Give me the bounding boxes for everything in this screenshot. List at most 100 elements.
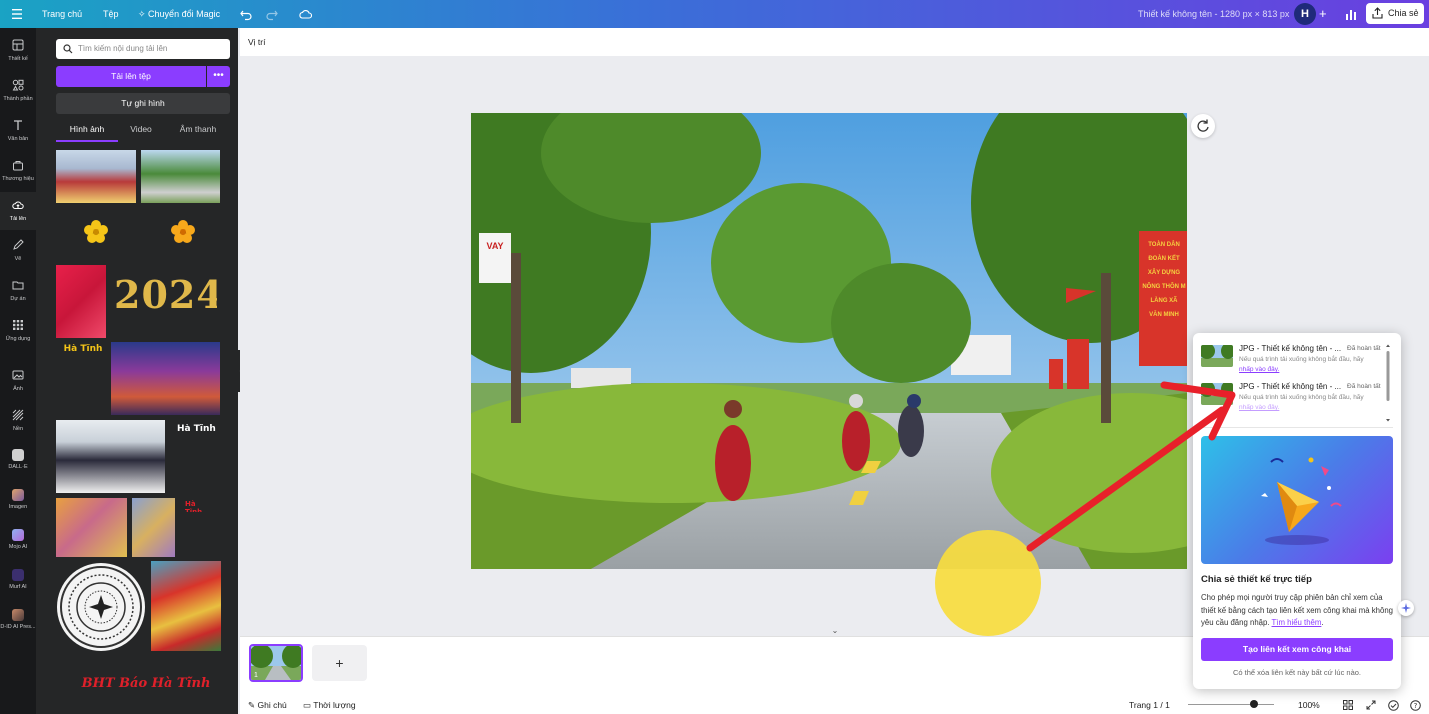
fullscreen-icon[interactable] — [1366, 700, 1376, 712]
magic-assistant-button[interactable] — [1398, 600, 1414, 616]
share-description: Cho phép mọi người truy cập phiên bản ch… — [1201, 593, 1394, 627]
upload-thumb-flag[interactable] — [151, 561, 221, 651]
upload-thumb-stage[interactable] — [111, 342, 220, 415]
upload-thumb-logo-long[interactable]: BHT Báo Hà Tĩnh — [76, 676, 216, 694]
brand-icon — [13, 161, 23, 171]
grid-view-icon[interactable] — [1343, 700, 1353, 712]
zoom-level[interactable]: 100% — [1298, 700, 1320, 710]
design-title[interactable]: Thiết kế không tên - 1280 px × 813 px — [1138, 0, 1289, 28]
click-here-link[interactable]: nhấp vào đây. — [1239, 366, 1279, 373]
duration-button[interactable]: ▭ Thời lượng — [303, 700, 356, 711]
nav-projects[interactable]: Dự án — [0, 272, 36, 310]
nav-label: Imagen — [8, 504, 28, 510]
upload-thumb-logo-1[interactable]: Hà Tĩnh — [60, 344, 106, 358]
banner-line: VĂN MINH — [1149, 312, 1179, 318]
cloud-save-icon[interactable] — [298, 0, 312, 28]
upload-thumb-meeting[interactable] — [56, 150, 136, 203]
nav-label: Ứng dụng — [5, 336, 31, 342]
nav-imagen[interactable]: Imagen — [0, 482, 36, 520]
redo-icon[interactable] — [266, 0, 278, 28]
regenerate-button[interactable] — [1191, 114, 1215, 138]
nav-uploads[interactable]: Tải lên — [0, 192, 36, 230]
add-collaborator-icon[interactable]: + — [1319, 0, 1327, 28]
avatar[interactable]: H — [1294, 3, 1316, 25]
position-button[interactable]: Vị trí — [248, 37, 265, 47]
zoom-slider-handle[interactable] — [1250, 700, 1258, 708]
search-input[interactable]: Tìm kiếm nội dung tải lên — [56, 39, 230, 59]
download-item[interactable]: JPG - Thiết kế không tên - ... Đã hoàn t… — [1201, 373, 1386, 411]
upload-thumb-painting-2[interactable] — [132, 498, 175, 557]
analytics-icon[interactable] — [1345, 0, 1357, 28]
record-yourself-button[interactable]: Tự ghi hình — [56, 93, 230, 114]
share-upload-icon — [1372, 7, 1383, 19]
download-item[interactable]: JPG - Thiết kế không tên - ... Đã hoàn t… — [1201, 335, 1386, 373]
page-thumbnail[interactable]: 1 — [249, 644, 303, 682]
upload-more-button[interactable]: ••• — [207, 66, 230, 87]
nav-apps[interactable]: Ứng dụng — [0, 312, 36, 350]
magic-switch-button[interactable]: ✧ Chuyển đổi Magic — [138, 0, 220, 28]
upload-thumb-red-pattern[interactable] — [56, 265, 106, 338]
nav-mojo[interactable]: Mojo AI — [0, 522, 36, 560]
apps-grid-icon — [13, 320, 23, 330]
nav-photos[interactable]: Ảnh — [0, 362, 36, 400]
undo-icon[interactable] — [240, 0, 252, 28]
tab-videos[interactable]: Video — [120, 122, 162, 142]
upload-thumb-painting-1[interactable] — [56, 498, 127, 557]
click-here-link[interactable]: nhấp vào đây. — [1239, 404, 1279, 411]
imagen-app-icon — [12, 489, 24, 501]
refresh-icon — [1197, 119, 1209, 132]
nav-label: Ảnh — [13, 386, 23, 392]
upload-thumb-2024[interactable]: 2024 — [114, 274, 217, 316]
upload-thumb-logo-2[interactable]: Hà Tĩnh — [177, 424, 217, 438]
add-page-button[interactable]: + — [312, 645, 367, 681]
annotation-dot — [935, 530, 1041, 636]
upload-thumb-flower-yellow[interactable] — [76, 216, 116, 248]
upload-thumb-bronze-drum[interactable] — [56, 562, 146, 652]
sparkle-icon — [1401, 603, 1411, 613]
chevron-down-icon[interactable]: ⌄ — [828, 626, 842, 636]
notes-label: Ghi chú — [257, 700, 287, 710]
learn-more-link[interactable]: Tìm hiểu thêm — [1272, 618, 1322, 627]
zoom-slider[interactable] — [1188, 704, 1274, 705]
file-menu[interactable]: Tệp — [103, 0, 119, 28]
nav-design[interactable]: Thiết kế — [0, 32, 36, 70]
photo-icon — [12, 370, 24, 380]
canvas-scrollbar[interactable] — [1421, 58, 1427, 618]
notes-button[interactable]: ✎ Ghi chú — [248, 700, 287, 711]
download-description: Nếu quá trình tải xuống không bắt đầu, h… — [1239, 356, 1364, 363]
popup-scrollbar[interactable] — [1385, 343, 1390, 422]
share-button[interactable]: Chia sẻ — [1366, 3, 1424, 24]
check-circle-icon[interactable] — [1388, 700, 1399, 713]
upload-thumb-flower-orange[interactable] — [163, 216, 203, 248]
nav-draw[interactable]: Vẽ — [0, 232, 36, 270]
nav-did[interactable]: D-ID AI Pres... — [0, 602, 36, 640]
tab-images[interactable]: Hình ảnh — [56, 122, 118, 142]
page-indicator[interactable]: Trang 1 / 1 — [1129, 700, 1170, 710]
design-canvas[interactable]: VAY TOÀN DÂN ĐOÀN KẾT XÂY DỰNG NÔNG THÔN… — [471, 113, 1187, 569]
sign-left-text: VAY — [486, 241, 504, 251]
menu-icon[interactable] — [10, 0, 24, 28]
create-public-link-button[interactable]: Tạo liên kết xem công khai — [1201, 638, 1393, 661]
upload-thumb-group[interactable] — [56, 420, 165, 493]
nav-label: Nền — [12, 426, 24, 432]
upload-thumb-road[interactable] — [141, 150, 220, 203]
nav-label: Thương hiệu — [2, 176, 34, 182]
nav-elements[interactable]: Thành phần — [0, 72, 36, 110]
home-link[interactable]: Trang chủ — [42, 0, 82, 28]
help-icon[interactable]: ? — [1410, 700, 1421, 713]
canvas-photo — [471, 113, 1187, 569]
nav-brand[interactable]: Thương hiệu — [0, 152, 36, 190]
download-status: Đã hoàn tất — [1347, 383, 1381, 390]
upload-cloud-icon — [12, 201, 24, 209]
did-app-icon — [12, 609, 24, 621]
tab-audio[interactable]: Âm thanh — [168, 122, 228, 142]
nav-dalle[interactable]: DALL·E — [0, 442, 36, 480]
nav-text[interactable]: Văn bản — [0, 112, 36, 150]
timer-icon: ▭ — [303, 700, 314, 710]
upload-thumb-logo-3[interactable]: Hà Tĩnh — [185, 500, 215, 512]
download-share-popup: JPG - Thiết kế không tên - ... Đã hoàn t… — [1193, 333, 1401, 689]
nav-murf[interactable]: Murf AI — [0, 562, 36, 600]
upload-files-button[interactable]: Tải lên tệp — [56, 66, 206, 87]
magic-switch-label: Chuyển đổi Magic — [148, 9, 221, 19]
nav-backgrounds[interactable]: Nền — [0, 402, 36, 440]
